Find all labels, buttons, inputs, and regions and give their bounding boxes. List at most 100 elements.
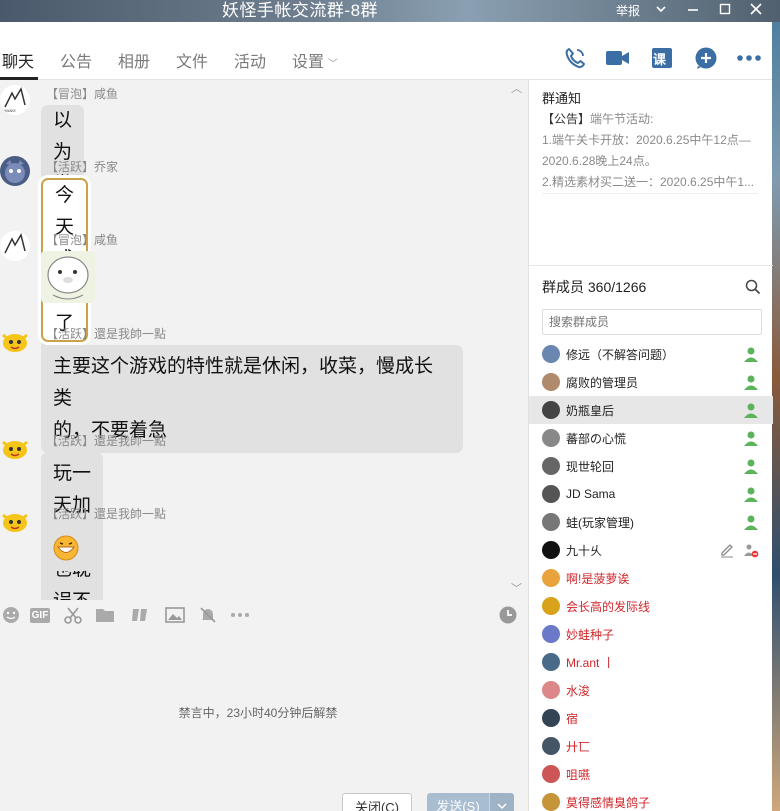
member-row[interactable]: Mr.ant 丨	[529, 648, 773, 676]
member-avatar[interactable]	[542, 541, 560, 559]
sticker-image[interactable]	[41, 251, 95, 303]
mute-bell-icon[interactable]	[197, 604, 219, 626]
tab-settings-label: 设置	[292, 54, 325, 71]
close-icon[interactable]	[746, 1, 766, 21]
member-avatar[interactable]	[542, 597, 560, 615]
member-row[interactable]: 蕃部の心慌	[529, 424, 773, 452]
remove-member-icon[interactable]	[743, 542, 759, 558]
folder-icon[interactable]	[94, 604, 116, 626]
gif-icon[interactable]: GIF	[28, 604, 52, 626]
member-avatar[interactable]	[542, 709, 560, 727]
music-icon[interactable]	[129, 604, 151, 626]
member-row[interactable]: 现世轮回	[529, 452, 773, 480]
edit-icon[interactable]	[719, 542, 735, 558]
member-row[interactable]: 蛙(玩家管理)	[529, 508, 773, 536]
member-row[interactable]: 九十乆	[529, 536, 773, 564]
scissors-icon[interactable]	[62, 604, 84, 626]
avatar[interactable]	[0, 432, 30, 462]
avatar[interactable]	[0, 325, 30, 355]
close-button[interactable]: 关闭(C)	[342, 793, 412, 811]
member-name[interactable]: 莫得感情臭鸽子	[566, 794, 650, 811]
member-avatar[interactable]	[542, 513, 560, 531]
video-icon[interactable]	[604, 44, 632, 72]
member-row[interactable]: 水浚	[529, 676, 773, 704]
chevron-down-icon[interactable]	[651, 1, 671, 21]
message-input-area[interactable]: 禁言中，23小时40分钟后解禁 关闭(C) 发送(S)	[0, 630, 528, 811]
member-avatar[interactable]	[542, 373, 560, 391]
member-avatar[interactable]	[542, 569, 560, 587]
member-name[interactable]: 修远（不解答问题）	[566, 346, 674, 363]
member-name[interactable]: 九十乆	[566, 542, 602, 559]
member-name[interactable]: 奶瓶皇后	[566, 402, 614, 419]
member-name[interactable]: 宿	[566, 710, 578, 727]
member-name[interactable]: 蛙(玩家管理)	[566, 514, 634, 531]
avatar[interactable]	[0, 156, 30, 186]
member-avatar[interactable]	[542, 457, 560, 475]
chat-messages[interactable]: ︿ ᴬᵂᴬᴷᴱ 【冒泡】咸鱼 以为世界都要围着他转 【活跃】乔家 今天成长了 【…	[0, 80, 528, 600]
member-avatar[interactable]	[542, 793, 560, 811]
member-row[interactable]: 廾匸	[529, 732, 773, 760]
admin-badge-icon	[742, 373, 760, 391]
member-name[interactable]: 腐败的管理员	[566, 374, 638, 391]
member-name[interactable]: 蕃部の心慌	[566, 430, 626, 447]
member-name[interactable]: JD Sama	[566, 487, 615, 501]
tab-activity[interactable]: 活动	[234, 48, 266, 72]
member-name[interactable]: 啊!是菠萝诶	[566, 570, 629, 587]
member-avatar[interactable]	[542, 401, 560, 419]
tab-album[interactable]: 相册	[118, 48, 150, 72]
member-name[interactable]: 妙蛙种子	[566, 626, 614, 643]
history-clock-icon[interactable]	[497, 604, 519, 626]
send-options-button[interactable]	[489, 793, 514, 811]
avatar[interactable]: ᴬᵂᴬᴷᴱ	[0, 85, 30, 115]
member-name[interactable]: 廾匸	[566, 738, 590, 755]
member-row[interactable]: 莫得感情臭鸽子	[529, 788, 773, 811]
image-icon[interactable]	[164, 604, 186, 626]
member-row[interactable]: 宿	[529, 704, 773, 732]
admin-badge-icon	[742, 401, 760, 419]
minimize-icon[interactable]	[683, 1, 703, 21]
scroll-down-icon[interactable]: ﹀	[511, 580, 522, 596]
notice-content[interactable]: 【公告】端午节活动: 1.端午关卡开放：2020.6.25中午12点— 2020…	[542, 109, 768, 193]
member-name[interactable]: 咀嚥	[566, 766, 590, 783]
member-avatar[interactable]	[542, 485, 560, 503]
avatar[interactable]	[0, 505, 30, 535]
member-avatar[interactable]	[542, 625, 560, 643]
search-icon[interactable]	[745, 279, 761, 295]
member-row[interactable]: 啊!是菠萝诶	[529, 564, 773, 592]
member-name[interactable]: 会长高的发际线	[566, 598, 650, 615]
member-row[interactable]: 妙蛙种子	[529, 620, 773, 648]
tab-announcement[interactable]: 公告	[60, 48, 92, 72]
member-row[interactable]: 会长高的发际线	[529, 592, 773, 620]
message-bubble-emoji[interactable]	[41, 525, 91, 571]
member-name[interactable]: 水浚	[566, 682, 590, 699]
phone-icon[interactable]	[561, 44, 589, 72]
sender-label: 【活跃】還是我帥一點	[46, 507, 167, 521]
member-avatar[interactable]	[542, 653, 560, 671]
member-avatar[interactable]	[542, 681, 560, 699]
member-name[interactable]: Mr.ant 丨	[566, 654, 615, 671]
member-avatar[interactable]	[542, 345, 560, 363]
more-icon[interactable]	[735, 44, 763, 72]
member-avatar[interactable]	[542, 429, 560, 447]
member-row[interactable]: JD Sama	[529, 480, 773, 508]
report-link[interactable]: 举报	[616, 2, 640, 19]
member-avatar[interactable]	[542, 765, 560, 783]
member-row[interactable]: 咀嚥	[529, 760, 773, 788]
tab-files[interactable]: 文件	[176, 48, 208, 72]
add-app-icon[interactable]	[692, 44, 720, 72]
tab-chat[interactable]: 聊天	[2, 48, 34, 72]
member-avatar[interactable]	[542, 737, 560, 755]
member-name[interactable]: 现世轮回	[566, 458, 614, 475]
scroll-up-icon[interactable]: ︿	[511, 80, 522, 96]
member-row[interactable]: 奶瓶皇后	[529, 396, 773, 424]
member-row[interactable]: 修远（不解答问题）	[529, 340, 773, 368]
maximize-icon[interactable]	[715, 1, 735, 21]
send-button[interactable]: 发送(S)	[427, 793, 489, 811]
more-icon[interactable]	[229, 604, 251, 626]
avatar[interactable]	[0, 231, 30, 261]
member-search-input[interactable]	[542, 309, 762, 335]
member-row[interactable]: 腐败的管理员	[529, 368, 773, 396]
tab-settings[interactable]: 设置 ﹀	[292, 48, 338, 72]
emoji-icon[interactable]	[0, 604, 22, 626]
lesson-icon[interactable]: 课	[648, 44, 676, 72]
